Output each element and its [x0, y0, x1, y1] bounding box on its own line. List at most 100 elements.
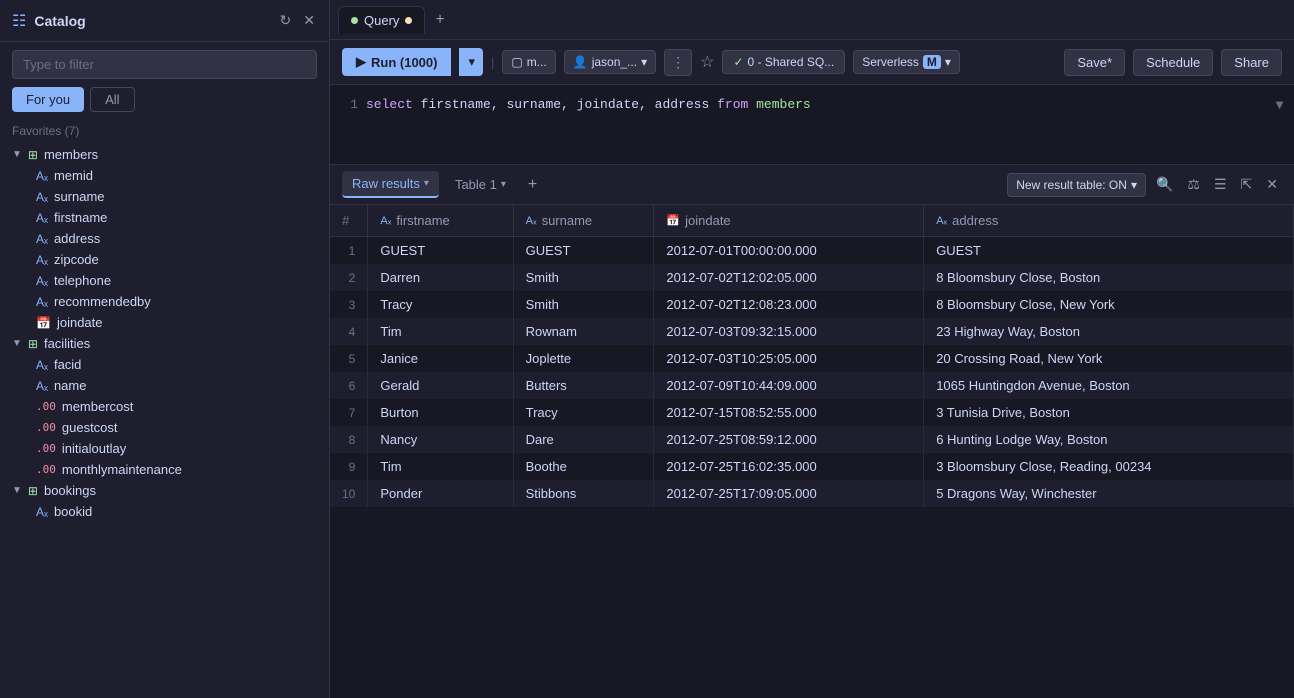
cell-firstname: Burton: [368, 399, 513, 426]
tree-col-name[interactable]: Aₓ name: [0, 375, 329, 396]
save-button[interactable]: Save*: [1064, 49, 1125, 76]
tree-col-initialoutlay[interactable]: .00 initialoutlay: [0, 438, 329, 459]
table-row[interactable]: 1 GUEST GUEST 2012-07-01T00:00:00.000 GU…: [330, 237, 1294, 265]
col-header-surname[interactable]: Aₓ surname: [513, 205, 654, 237]
search-input[interactable]: [12, 50, 317, 79]
star-button[interactable]: ☆: [700, 52, 714, 72]
filter-results-button[interactable]: ⚖: [1183, 172, 1204, 197]
expand-button[interactable]: ⇱: [1237, 172, 1257, 197]
tree-col-monthlymaintenance[interactable]: .00 monthlymaintenance: [0, 459, 329, 480]
column-type-icon: Aₓ: [36, 211, 48, 225]
workspace-selector[interactable]: ▢ m...: [502, 50, 555, 74]
chevron-down-icon: ▾: [1131, 178, 1137, 192]
tab-all[interactable]: All: [90, 87, 134, 112]
col-type-icon: Aₓ: [380, 215, 391, 227]
cell-surname: Dare: [513, 426, 654, 453]
close-sidebar-button[interactable]: ✕: [301, 10, 317, 31]
add-result-tab-button[interactable]: +: [522, 172, 543, 198]
query-tab[interactable]: Query: [338, 6, 425, 34]
sidebar-header: ☷ Catalog ↻ ✕: [0, 0, 329, 42]
tree-col-membercost[interactable]: .00 membercost: [0, 396, 329, 417]
row-number: 1: [330, 237, 368, 265]
catalog-icon: ☷: [12, 11, 26, 31]
tree-group-facilities[interactable]: ▼ ⊞ facilities: [0, 333, 329, 354]
column-type-icon: Aₓ: [36, 169, 48, 183]
tree-col-address[interactable]: Aₓ address: [0, 228, 329, 249]
chevron-down-icon: ▾: [945, 55, 951, 69]
col-header-joindate[interactable]: 📅 joindate: [654, 205, 924, 237]
chevron-down-icon: ▾: [501, 179, 506, 190]
tree-col-surname[interactable]: Aₓ surname: [0, 186, 329, 207]
editor-area: 1 select firstname, surname, joindate, a…: [330, 85, 1294, 165]
results-table-container: # Aₓ firstname Aₓ surname: [330, 205, 1294, 698]
tree-col-zipcode[interactable]: Aₓ zipcode: [0, 249, 329, 270]
play-icon: ▶: [356, 54, 366, 70]
line-numbers: 1: [330, 93, 366, 156]
cell-firstname: Darren: [368, 264, 513, 291]
tree-col-facid[interactable]: Aₓ facid: [0, 354, 329, 375]
connection-selector[interactable]: ✓ 0 - Shared SQ...: [722, 50, 845, 74]
serverless-label: Serverless: [862, 55, 919, 69]
code-editor[interactable]: select firstname, surname, joindate, add…: [366, 93, 1265, 156]
tab-for-you[interactable]: For you: [12, 87, 84, 112]
refresh-button[interactable]: ↻: [278, 10, 294, 31]
run-button[interactable]: ▶ Run (1000): [342, 48, 451, 76]
table-row[interactable]: 8 Nancy Dare 2012-07-25T08:59:12.000 6 H…: [330, 426, 1294, 453]
table-row[interactable]: 10 Ponder Stibbons 2012-07-25T17:09:05.0…: [330, 480, 1294, 507]
cell-address: 6 Hunting Lodge Way, Boston: [924, 426, 1294, 453]
row-number-header: #: [330, 205, 368, 237]
table-icon: ⊞: [28, 148, 38, 162]
cell-address: 3 Bloomsbury Close, Reading, 00234: [924, 453, 1294, 480]
tree-group-bookings[interactable]: ▼ ⊞ bookings: [0, 480, 329, 501]
compute-selector[interactable]: Serverless M ▾: [853, 50, 960, 74]
table-row[interactable]: 2 Darren Smith 2012-07-02T12:02:05.000 8…: [330, 264, 1294, 291]
columns-button[interactable]: ☰: [1210, 172, 1231, 197]
results-toolbar: Raw results ▾ Table 1 ▾ + New result tab…: [330, 165, 1294, 205]
search-results-button[interactable]: 🔍: [1152, 172, 1177, 197]
table-row[interactable]: 4 Tim Rownam 2012-07-03T09:32:15.000 23 …: [330, 318, 1294, 345]
tree-col-telephone[interactable]: Aₓ telephone: [0, 270, 329, 291]
main-tabs: Query +: [330, 0, 1294, 40]
row-number: 9: [330, 453, 368, 480]
col-header-address[interactable]: Aₓ address: [924, 205, 1294, 237]
table-row[interactable]: 3 Tracy Smith 2012-07-02T12:08:23.000 8 …: [330, 291, 1294, 318]
table-row[interactable]: 7 Burton Tracy 2012-07-15T08:52:55.000 3…: [330, 399, 1294, 426]
row-number: 4: [330, 318, 368, 345]
tree-col-firstname[interactable]: Aₓ firstname: [0, 207, 329, 228]
tab-raw-results[interactable]: Raw results ▾: [342, 171, 439, 198]
tree-group-label: facilities: [44, 336, 90, 351]
tree-group-members[interactable]: ▼ ⊞ members: [0, 144, 329, 165]
schedule-button[interactable]: Schedule: [1133, 49, 1213, 76]
table-row[interactable]: 9 Tim Boothe 2012-07-25T16:02:35.000 3 B…: [330, 453, 1294, 480]
row-number: 8: [330, 426, 368, 453]
table-row[interactable]: 5 Janice Joplette 2012-07-03T10:25:05.00…: [330, 345, 1294, 372]
cell-address: GUEST: [924, 237, 1294, 265]
col-header-firstname[interactable]: Aₓ firstname: [368, 205, 513, 237]
cell-joindate: 2012-07-01T00:00:00.000: [654, 237, 924, 265]
editor-collapse-btn[interactable]: ▼: [1265, 93, 1294, 156]
table-row[interactable]: 6 Gerald Butters 2012-07-09T10:44:09.000…: [330, 372, 1294, 399]
tree-col-bookid[interactable]: Aₓ bookid: [0, 501, 329, 522]
user-selector[interactable]: 👤 jason_... ▾: [564, 50, 656, 74]
cell-firstname: GUEST: [368, 237, 513, 265]
column-type-icon: Aₓ: [36, 379, 48, 393]
new-result-selector[interactable]: New result table: ON ▾: [1007, 173, 1146, 197]
cell-address: 23 Highway Way, Boston: [924, 318, 1294, 345]
more-options-button[interactable]: ⋮: [664, 49, 692, 76]
raw-results-label: Raw results: [352, 176, 420, 191]
main-content: Query + ▶ Run (1000) ▾ | ▢ m... 👤 jason_…: [330, 0, 1294, 698]
share-button[interactable]: Share: [1221, 49, 1282, 76]
run-dropdown-button[interactable]: ▾: [459, 48, 483, 76]
add-tab-button[interactable]: +: [429, 7, 450, 33]
tab-table-1[interactable]: Table 1 ▾: [445, 172, 516, 197]
tree-col-joindate[interactable]: 📅 joindate: [0, 312, 329, 333]
tree-col-memid[interactable]: Aₓ memid: [0, 165, 329, 186]
connection-label: 0 - Shared SQ...: [748, 55, 835, 69]
chevron-down-icon: ▾: [468, 54, 475, 69]
column-type-icon: Aₓ: [36, 358, 48, 372]
tree-col-recommendedby[interactable]: Aₓ recommendedby: [0, 291, 329, 312]
tree-col-guestcost[interactable]: .00 guestcost: [0, 417, 329, 438]
workspace-label: m...: [527, 55, 547, 69]
chevron-down-icon: ▼: [12, 485, 22, 496]
close-results-button[interactable]: ✕: [1262, 172, 1282, 197]
